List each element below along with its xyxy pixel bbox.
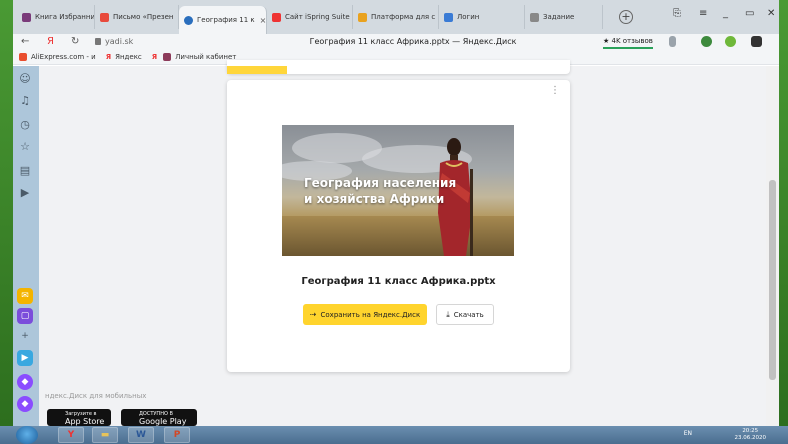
bookmark-label: AliExpress.com - и: [31, 53, 96, 61]
appstore-badge[interactable]: Загрузите в App Store: [47, 409, 111, 426]
aliexpress-icon: [19, 53, 27, 61]
alice-voice-icon[interactable]: ◆: [17, 396, 33, 412]
tab-label: Сайт iSpring Suite: [285, 13, 350, 21]
platform-icon: [358, 12, 367, 22]
task-icon: [530, 12, 539, 22]
system-clock[interactable]: 20:25 23.06.2020: [735, 428, 767, 442]
address-bar: ← Я ↻ yadi.sk География 11 класс Африка.…: [13, 34, 779, 50]
mobile-apps-text: ндекс.Диск для мобильных: [45, 392, 147, 400]
profile-icon[interactable]: [751, 36, 762, 47]
start-button[interactable]: [16, 426, 38, 444]
account-icon[interactable]: ☺: [18, 72, 32, 86]
close-window-icon[interactable]: ✕: [767, 8, 775, 19]
language-indicator[interactable]: EN: [684, 430, 692, 437]
lock-icon: [95, 38, 101, 45]
yandex-icon: Я: [151, 53, 158, 61]
tab-label: Логин: [457, 13, 480, 21]
tab-label: География 11 к: [197, 16, 255, 24]
alice-app-icon[interactable]: ◆: [17, 374, 33, 390]
page-content: ⋮ География населения и хозяйства Африки: [39, 60, 779, 426]
windows-taskbar: Y ▬ W P EN 20:25 23.06.2020: [0, 426, 788, 444]
download-icon: ⤓: [446, 309, 450, 319]
taskbar-explorer[interactable]: ▬: [92, 427, 118, 443]
download-button-label: Скачать: [453, 310, 484, 319]
download-extension-icon[interactable]: [725, 36, 736, 47]
page-title: География 11 класс Африка.pptx — Яндекс.…: [309, 37, 517, 46]
yandex-icon: [272, 12, 281, 22]
file-name: География 11 класс Африка.pptx: [301, 276, 496, 287]
menu-icon[interactable]: ≡: [699, 8, 707, 19]
tab-label: Книга Избранни: [35, 13, 95, 21]
bookmark-cabinet[interactable]: Я Личный кабинет: [151, 53, 236, 61]
scrollbar-thumb[interactable]: [769, 180, 776, 380]
file-preview-card: ⋮ География населения и хозяйства Африки: [227, 80, 570, 372]
yandex-icon: Я: [105, 53, 112, 61]
reviews-link[interactable]: ★ 4K отзывов: [603, 36, 653, 49]
googleplay-badge[interactable]: ДОСТУПНО В Google Play: [121, 409, 197, 426]
tab-geography-active[interactable]: География 11 к ×: [179, 6, 267, 34]
bookmark-aliexpress[interactable]: AliExpress.com - и: [19, 53, 96, 61]
more-options-icon[interactable]: ⋮: [550, 86, 560, 96]
cabinet-icon: [163, 53, 172, 61]
tab-strip: Книга Избранни Письмо «Презен География …: [13, 0, 779, 34]
tab-book[interactable]: Книга Избранни: [17, 5, 95, 29]
reload-icon[interactable]: ↻: [71, 34, 79, 50]
tab-label: Платформа для с: [371, 13, 436, 21]
back-arrow-icon[interactable]: ←: [21, 34, 29, 50]
new-tab-button[interactable]: +: [619, 10, 633, 24]
save-icon: ⇢: [309, 310, 317, 319]
messenger-app-icon[interactable]: ▢: [17, 308, 33, 324]
clock-date: 23.06.2020: [734, 435, 767, 441]
save-to-disk-button[interactable]: ⇢ Сохранить на Яндекс.Диск: [303, 304, 427, 325]
mail-icon: [100, 12, 109, 22]
favorites-icon[interactable]: ☆: [18, 140, 32, 154]
slide-title-line: География населения: [304, 176, 457, 190]
taskbar-powerpoint[interactable]: P: [164, 427, 190, 443]
book-icon: [22, 12, 31, 22]
appstore-big-text: App Store: [65, 417, 105, 426]
tab-login[interactable]: Логин: [439, 5, 525, 29]
close-tab-icon[interactable]: ×: [260, 16, 266, 25]
clock-time: 20:25: [742, 428, 759, 434]
slide-thumbnail[interactable]: География населения и хозяйства Африки: [282, 125, 514, 256]
yadisk-icon: [184, 15, 193, 25]
history-icon[interactable]: ◷: [18, 118, 32, 132]
tab-platform[interactable]: Платформа для с: [353, 5, 439, 29]
slide-title: География населения и хозяйства Африки: [304, 175, 456, 207]
previous-card-accent: [227, 66, 287, 74]
tab-mail[interactable]: Письмо «Презен: [95, 5, 179, 29]
tab-ispring[interactable]: Сайт iSpring Suite: [267, 5, 353, 29]
music-app-icon[interactable]: ▶: [17, 350, 33, 366]
download-button[interactable]: ⤓ Скачать: [436, 304, 494, 325]
tab-label: Письмо «Презен: [113, 13, 174, 21]
yandex-logo-icon[interactable]: Я: [47, 34, 54, 50]
googleplay-big-text: Google Play: [139, 417, 187, 426]
notifications-icon[interactable]: ♫: [18, 94, 32, 108]
minimize-icon[interactable]: _: [723, 8, 728, 19]
taskbar-word[interactable]: W: [128, 427, 154, 443]
bookmark-page-icon[interactable]: [669, 36, 676, 47]
tab-label: Задание: [543, 13, 575, 21]
save-button-label: Сохранить на Яндекс.Диск: [320, 310, 421, 319]
extension-icon[interactable]: [701, 36, 712, 47]
go-icon: [444, 12, 453, 22]
desktop-frame-right: [779, 0, 788, 426]
collections-icon[interactable]: ▤: [18, 164, 32, 178]
browser-window: Книга Избранни Письмо «Презен География …: [13, 0, 779, 426]
bookmark-yandex[interactable]: Я Яндекс: [106, 53, 142, 61]
restore-icon[interactable]: ▭: [745, 8, 754, 19]
tab-task[interactable]: Задание: [525, 5, 603, 29]
media-icon[interactable]: ▶: [18, 186, 32, 200]
url-domain[interactable]: yadi.sk: [105, 34, 133, 50]
taskbar-yandex-browser[interactable]: Y: [58, 427, 84, 443]
desktop-frame-left: [0, 0, 13, 426]
bookmark-label: Яндекс: [115, 53, 142, 61]
add-app-icon[interactable]: +: [17, 328, 33, 344]
slide-title-line: и хозяйства Африки: [304, 192, 445, 206]
bookmarks-icon[interactable]: ⎘: [673, 8, 681, 19]
browser-sidebar: ☺ ♫ ◷ ☆ ▤ ▶ ✉ ▢ + ▶ ◆ ◆: [13, 66, 39, 426]
mail-app-icon[interactable]: ✉: [17, 288, 33, 304]
